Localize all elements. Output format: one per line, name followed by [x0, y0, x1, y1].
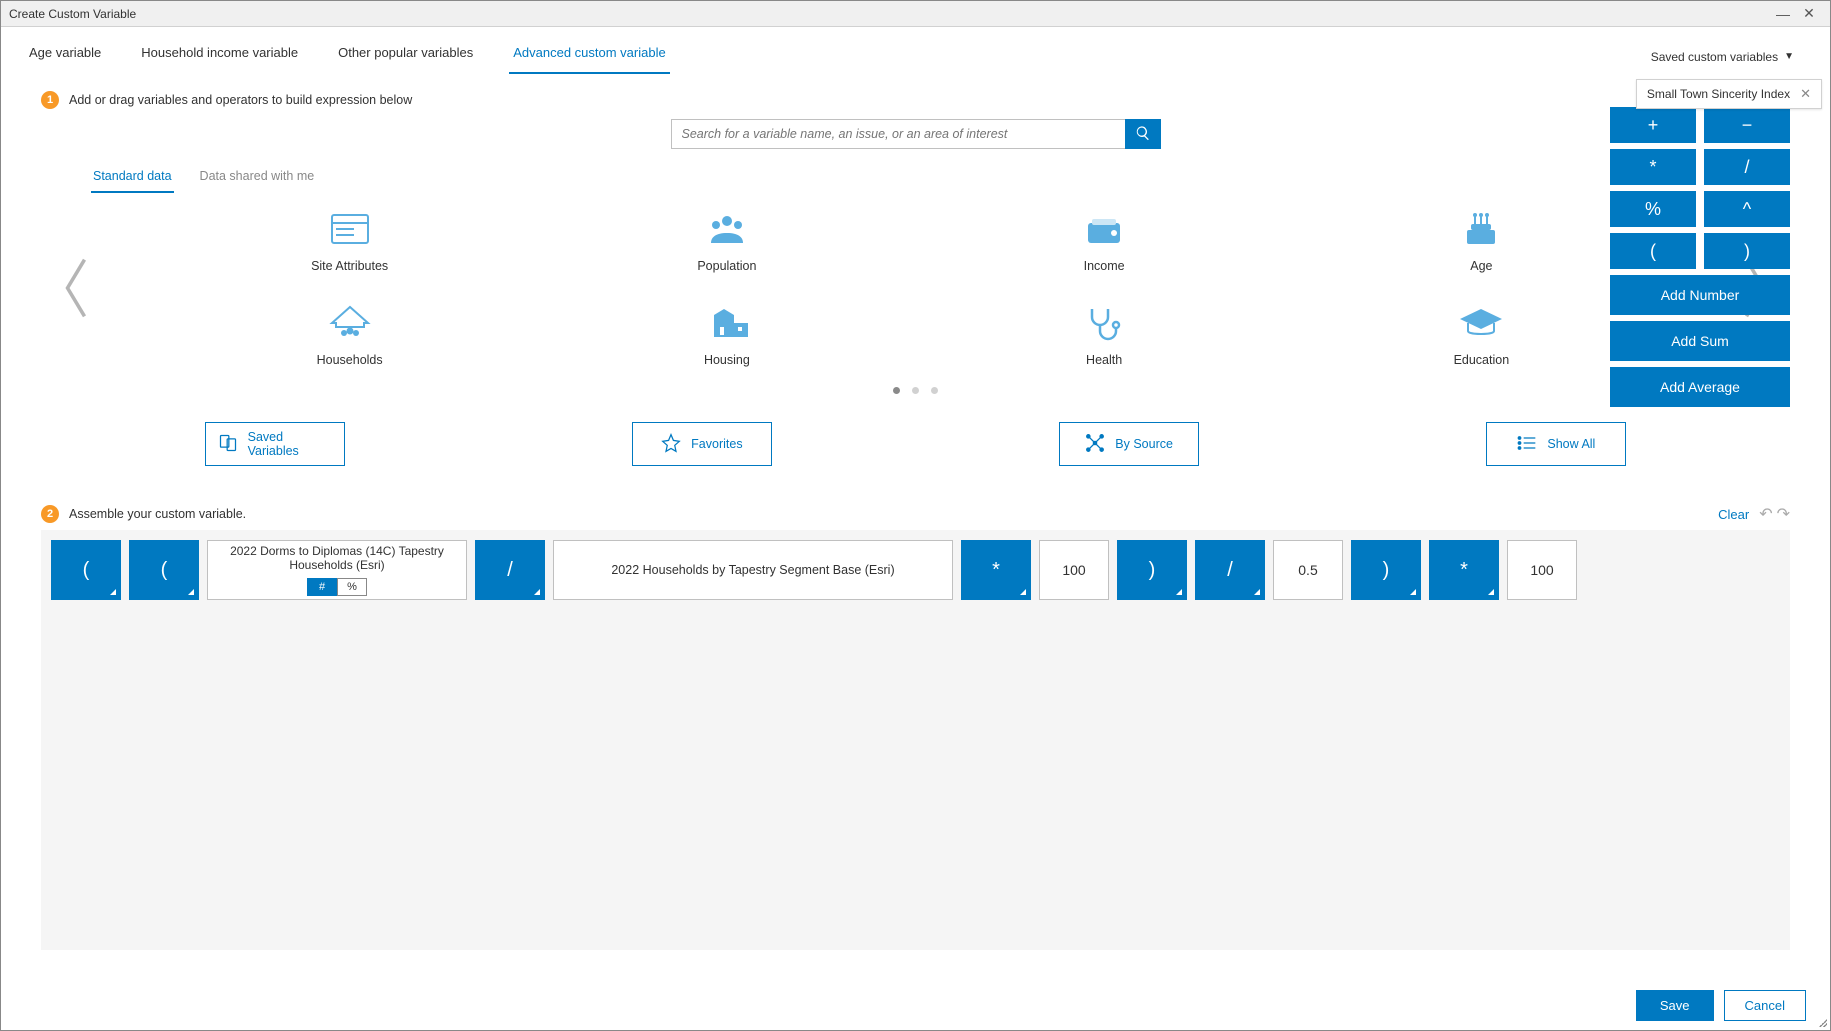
op-plus[interactable]: +: [1610, 107, 1696, 143]
expr-number-token[interactable]: 100: [1039, 540, 1109, 600]
favorites-button[interactable]: Favorites: [632, 422, 772, 466]
op-minus[interactable]: −: [1704, 107, 1790, 143]
by-source-button[interactable]: By Source: [1059, 422, 1199, 466]
category-education[interactable]: Education: [1303, 303, 1660, 367]
op-divide[interactable]: /: [1704, 149, 1790, 185]
expr-operator-token[interactable]: /: [1195, 540, 1265, 600]
tab-age-variable[interactable]: Age variable: [25, 39, 105, 74]
cancel-button[interactable]: Cancel: [1724, 990, 1806, 1021]
expr-operator-token[interactable]: (: [51, 540, 121, 600]
redo-icon[interactable]: ↷: [1777, 504, 1790, 524]
expr-number-token[interactable]: 100: [1507, 540, 1577, 600]
hash-toggle[interactable]: #: [307, 578, 337, 596]
tab-household-income[interactable]: Household income variable: [137, 39, 302, 74]
dot-3[interactable]: [931, 387, 938, 394]
age-icon: [1457, 209, 1505, 249]
title-bar: Create Custom Variable — ✕: [1, 1, 1830, 27]
saved-variables-icon: [218, 433, 238, 456]
chevron-left-icon: [59, 253, 93, 323]
add-average-button[interactable]: Add Average: [1610, 367, 1790, 407]
step-1-badge: 1: [41, 91, 59, 109]
show-all-button[interactable]: Show All: [1486, 422, 1626, 466]
housing-icon: [703, 303, 751, 343]
expr-operator-token[interactable]: (: [129, 540, 199, 600]
footer: Save Cancel: [1, 980, 1830, 1030]
source-icon: [1085, 433, 1105, 456]
caret-down-icon: ▼: [1784, 51, 1794, 62]
expr-variable-token[interactable]: 2022 Households by Tapestry Segment Base…: [553, 540, 953, 600]
dot-2[interactable]: [912, 387, 919, 394]
category-housing[interactable]: Housing: [548, 303, 905, 367]
save-button[interactable]: Save: [1636, 990, 1714, 1021]
expr-number-token[interactable]: 0.5: [1273, 540, 1343, 600]
undo-icon[interactable]: ↶: [1759, 504, 1772, 524]
search-input[interactable]: [671, 119, 1125, 149]
step-2-text: Assemble your custom variable.: [69, 507, 246, 521]
window-title: Create Custom Variable: [9, 7, 136, 21]
saved-variable-chip-label: Small Town Sincerity Index: [1647, 87, 1790, 101]
category-grid: Site Attributes Population Income Age Ho…: [111, 203, 1720, 373]
expr-operator-token[interactable]: *: [1429, 540, 1499, 600]
chip-close-icon[interactable]: ✕: [1800, 86, 1811, 102]
operator-panel: + − * / % ^ ( ) Add Number Add Sum Add A…: [1610, 107, 1790, 407]
tab-advanced-custom[interactable]: Advanced custom variable: [509, 39, 669, 74]
step-1-header: 1 Add or drag variables and operators to…: [41, 91, 1790, 109]
op-percent[interactable]: %: [1610, 191, 1696, 227]
category-site-attributes[interactable]: Site Attributes: [171, 209, 528, 273]
category-health[interactable]: Health: [926, 303, 1283, 367]
saved-dd-label: Saved custom variables: [1651, 50, 1778, 64]
op-rparen[interactable]: ): [1704, 233, 1790, 269]
category-age[interactable]: Age: [1303, 209, 1660, 273]
step-1-text: Add or drag variables and operators to b…: [69, 93, 412, 107]
page-dots: [41, 387, 1790, 394]
expr-operator-token[interactable]: ): [1117, 540, 1187, 600]
tab-other-popular[interactable]: Other popular variables: [334, 39, 477, 74]
population-icon: [703, 209, 751, 249]
health-icon: [1080, 303, 1128, 343]
subtab-data-shared[interactable]: Data shared with me: [198, 165, 317, 193]
prev-arrow[interactable]: [41, 253, 111, 323]
resize-grip[interactable]: [1817, 1017, 1827, 1027]
op-lparen[interactable]: (: [1610, 233, 1696, 269]
minimize-icon[interactable]: —: [1770, 6, 1796, 22]
subtab-standard-data[interactable]: Standard data: [91, 165, 174, 193]
star-icon: [661, 433, 681, 456]
category-income[interactable]: Income: [926, 209, 1283, 273]
expr-operator-token[interactable]: /: [475, 540, 545, 600]
percent-toggle[interactable]: %: [337, 578, 367, 596]
saved-variable-chip[interactable]: Small Town Sincerity Index ✕: [1636, 79, 1822, 109]
close-icon[interactable]: ✕: [1796, 5, 1822, 22]
expr-operator-token[interactable]: ): [1351, 540, 1421, 600]
site-attributes-icon: [326, 209, 374, 249]
step-2-badge: 2: [41, 505, 59, 523]
clear-button[interactable]: Clear: [1718, 507, 1749, 522]
category-population[interactable]: Population: [548, 209, 905, 273]
search-button[interactable]: [1125, 119, 1161, 149]
op-multiply[interactable]: *: [1610, 149, 1696, 185]
saved-custom-variables-dropdown[interactable]: Saved custom variables ▼: [1651, 50, 1794, 64]
education-icon: [1457, 303, 1505, 343]
households-icon: [326, 303, 374, 343]
dot-1[interactable]: [893, 387, 900, 394]
expression-canvas[interactable]: ((2022 Dorms to Diplomas (14C) Tapestry …: [41, 530, 1790, 950]
add-sum-button[interactable]: Add Sum: [1610, 321, 1790, 361]
op-power[interactable]: ^: [1704, 191, 1790, 227]
saved-variables-button[interactable]: Saved Variables: [205, 422, 345, 466]
search-icon: [1135, 125, 1151, 144]
list-icon: [1517, 433, 1537, 456]
category-households[interactable]: Households: [171, 303, 528, 367]
income-icon: [1080, 209, 1128, 249]
expr-operator-token[interactable]: *: [961, 540, 1031, 600]
add-number-button[interactable]: Add Number: [1610, 275, 1790, 315]
expr-variable-token[interactable]: 2022 Dorms to Diplomas (14C) Tapestry Ho…: [207, 540, 467, 600]
tab-row: Age variable Household income variable O…: [1, 27, 1830, 75]
